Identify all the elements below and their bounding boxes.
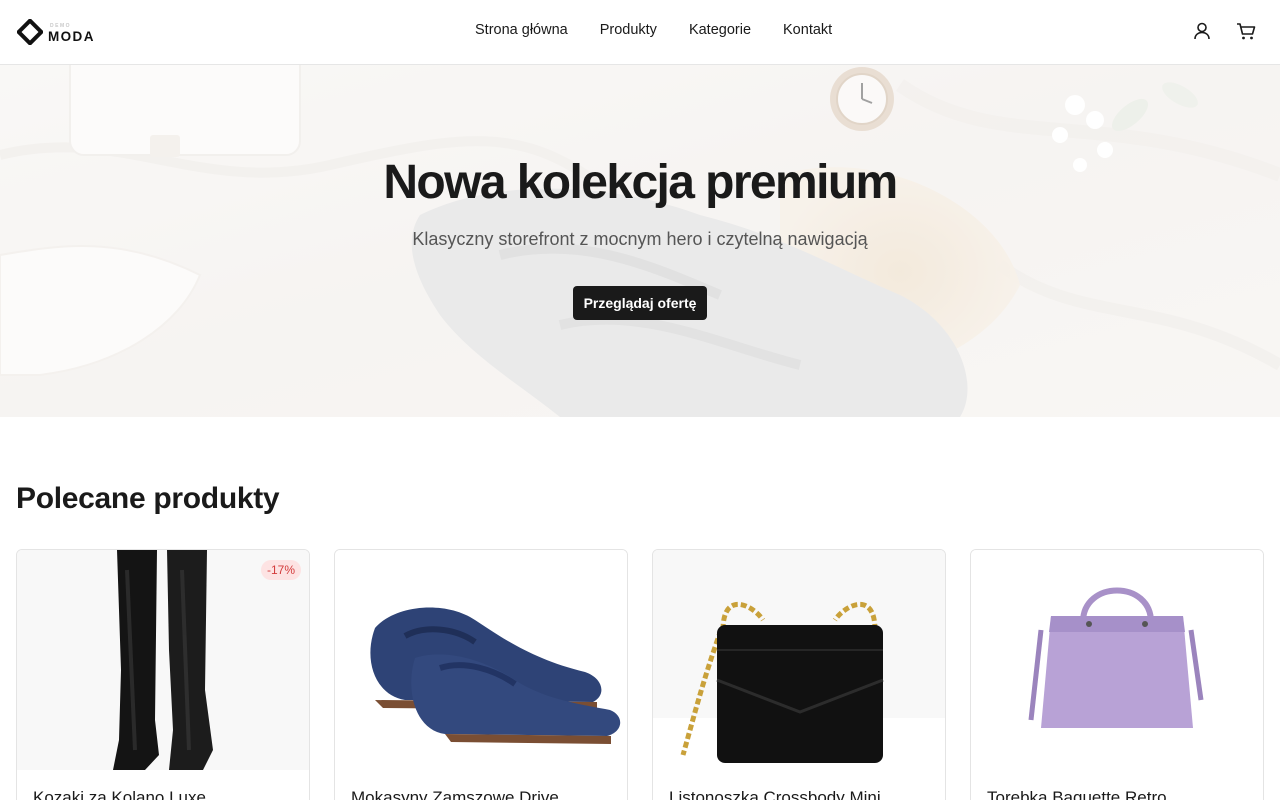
product-card[interactable]: Listonoszka Crossbody Mini [652,549,946,800]
product-image[interactable] [335,550,627,770]
nav-item-categories[interactable]: Kategorie [689,22,751,38]
hero-banner: Nowa kolekcja premium Klasyczny storefro… [0,65,1280,417]
browse-offer-button[interactable]: Przeglądaj ofertę [573,286,707,320]
product-name[interactable]: Mokasyny Zamszowe Drive [351,788,559,800]
site-header: DEMO MODA Strona główna Produkty Kategor… [0,0,1280,65]
product-card[interactable]: Mokasyny Zamszowe Drive [334,549,628,800]
navy-suede-loafers-image [335,550,627,770]
product-card[interactable]: Torebka Baguette Retro [970,549,1264,800]
product-name[interactable]: Torebka Baguette Retro [987,788,1167,800]
hero-title: Nowa kolekcja premium [383,156,898,209]
product-image[interactable] [653,550,945,770]
product-card[interactable]: -17% Kozaki za Kolano Luxe [16,549,310,800]
brand-logo[interactable]: DEMO MODA [17,18,108,46]
black-chain-crossbody-bag-image [653,550,945,770]
lilac-handbag-image [971,550,1263,770]
brand-name: MODA [48,29,95,44]
nav-item-home[interactable]: Strona główna [475,22,568,38]
nav-item-contact[interactable]: Kontakt [783,22,832,38]
product-name[interactable]: Listonoszka Crossbody Mini [669,788,881,800]
product-name[interactable]: Kozaki za Kolano Luxe [33,788,206,800]
main-nav: Strona główna Produkty Kategorie Kontakt [475,22,832,38]
cart-icon[interactable] [1235,20,1257,42]
product-image[interactable] [971,550,1263,770]
discount-badge: -17% [260,560,301,580]
user-icon[interactable] [1191,20,1213,42]
diamond-logo-icon [17,19,43,45]
hero-subtitle: Klasyczny storefront z mocnym hero i czy… [412,229,868,249]
featured-products-heading: Polecane produkty [16,482,280,515]
black-knee-boots-image [17,550,309,770]
product-image[interactable] [17,550,309,770]
nav-item-products[interactable]: Produkty [600,22,657,38]
